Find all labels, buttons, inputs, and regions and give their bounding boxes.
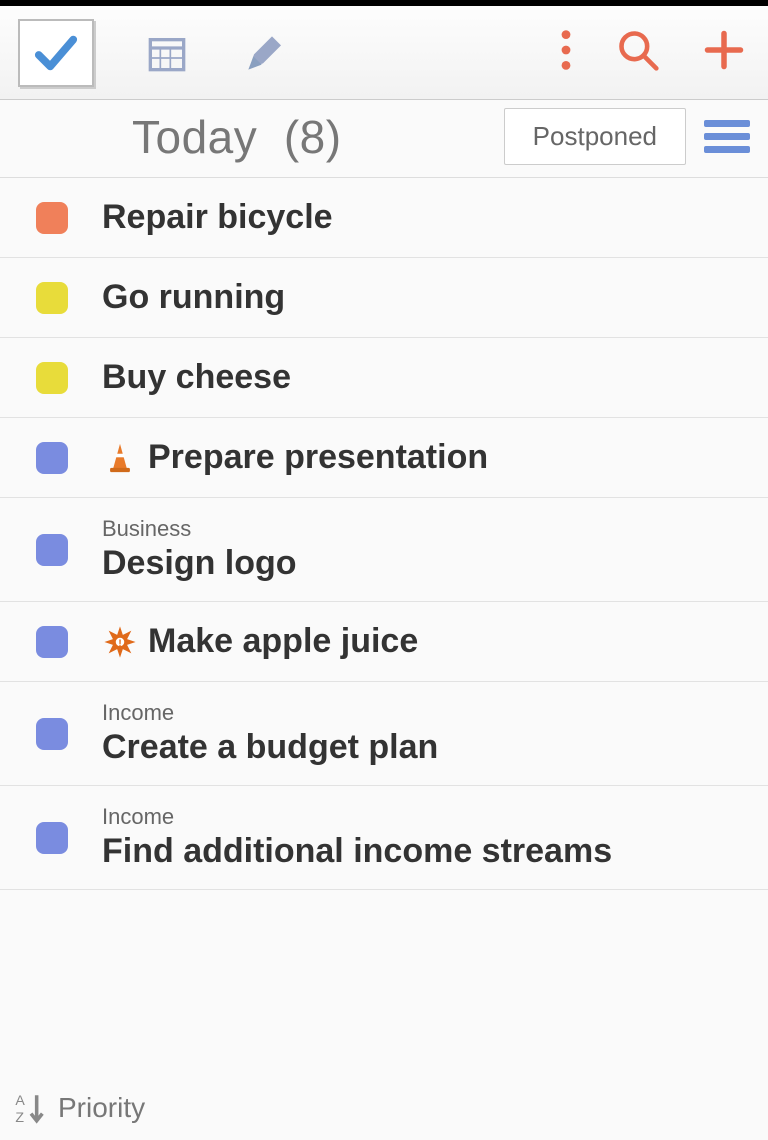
- list-menu-icon[interactable]: [704, 120, 750, 153]
- add-icon[interactable]: [702, 28, 746, 77]
- task-row[interactable]: IncomeCreate a budget plan: [0, 682, 768, 786]
- search-icon[interactable]: [616, 28, 660, 77]
- toolbar: [0, 6, 768, 100]
- task-row[interactable]: BusinessDesign logo: [0, 498, 768, 602]
- task-category: Income: [102, 700, 438, 726]
- task-body: IncomeFind additional income streams: [102, 804, 612, 871]
- task-body: ! Make apple juice: [102, 622, 418, 661]
- svg-text:A: A: [15, 1093, 25, 1109]
- task-list[interactable]: Repair bicycle Go running Buy cheese Prepar…: [0, 178, 768, 1080]
- menu-overflow-icon[interactable]: [558, 28, 574, 77]
- notes-icon[interactable]: [240, 30, 290, 76]
- priority-color-box[interactable]: [36, 822, 68, 854]
- task-row[interactable]: Go running: [0, 258, 768, 338]
- task-body: IncomeCreate a budget plan: [102, 700, 438, 767]
- task-title: Prepare presentation: [148, 438, 488, 477]
- task-body: Prepare presentation: [102, 438, 488, 477]
- task-title: Make apple juice: [148, 622, 418, 661]
- sort-az-icon[interactable]: A Z: [14, 1090, 48, 1126]
- task-title: Repair bicycle: [102, 198, 333, 237]
- task-title: Buy cheese: [102, 358, 291, 397]
- title-text: Today: [132, 111, 257, 163]
- task-row[interactable]: Buy cheese: [0, 338, 768, 418]
- task-body: Repair bicycle: [102, 198, 333, 237]
- footer-bar: A Z Priority: [0, 1080, 768, 1140]
- priority-color-box[interactable]: [36, 442, 68, 474]
- svg-text:!: !: [118, 638, 121, 649]
- task-title: Go running: [102, 278, 285, 317]
- task-body: Go running: [102, 278, 285, 317]
- task-row[interactable]: ! Make apple juice: [0, 602, 768, 682]
- sort-label[interactable]: Priority: [58, 1092, 145, 1124]
- priority-color-box[interactable]: [36, 362, 68, 394]
- priority-color-box[interactable]: [36, 282, 68, 314]
- cone-icon: [102, 440, 138, 476]
- burst-icon: !: [102, 624, 138, 660]
- task-title: Create a budget plan: [102, 728, 438, 767]
- task-category: Business: [102, 516, 297, 542]
- task-title: Find additional income streams: [102, 832, 612, 871]
- task-row[interactable]: Prepare presentation: [0, 418, 768, 498]
- task-row[interactable]: IncomeFind additional income streams: [0, 786, 768, 890]
- tasks-tab-icon[interactable]: [18, 19, 94, 87]
- task-title: Design logo: [102, 544, 297, 583]
- priority-color-box[interactable]: [36, 626, 68, 658]
- task-body: BusinessDesign logo: [102, 516, 297, 583]
- priority-color-box[interactable]: [36, 202, 68, 234]
- calendar-icon[interactable]: [142, 30, 192, 76]
- task-row[interactable]: Repair bicycle: [0, 178, 768, 258]
- postponed-button[interactable]: Postponed: [504, 108, 686, 165]
- svg-text:Z: Z: [15, 1110, 24, 1126]
- title-count: (8): [284, 111, 342, 163]
- list-header: Today (8) Postponed: [0, 100, 768, 178]
- task-body: Buy cheese: [102, 358, 291, 397]
- priority-color-box[interactable]: [36, 718, 68, 750]
- priority-color-box[interactable]: [36, 534, 68, 566]
- page-title: Today (8): [12, 110, 342, 164]
- task-category: Income: [102, 804, 612, 830]
